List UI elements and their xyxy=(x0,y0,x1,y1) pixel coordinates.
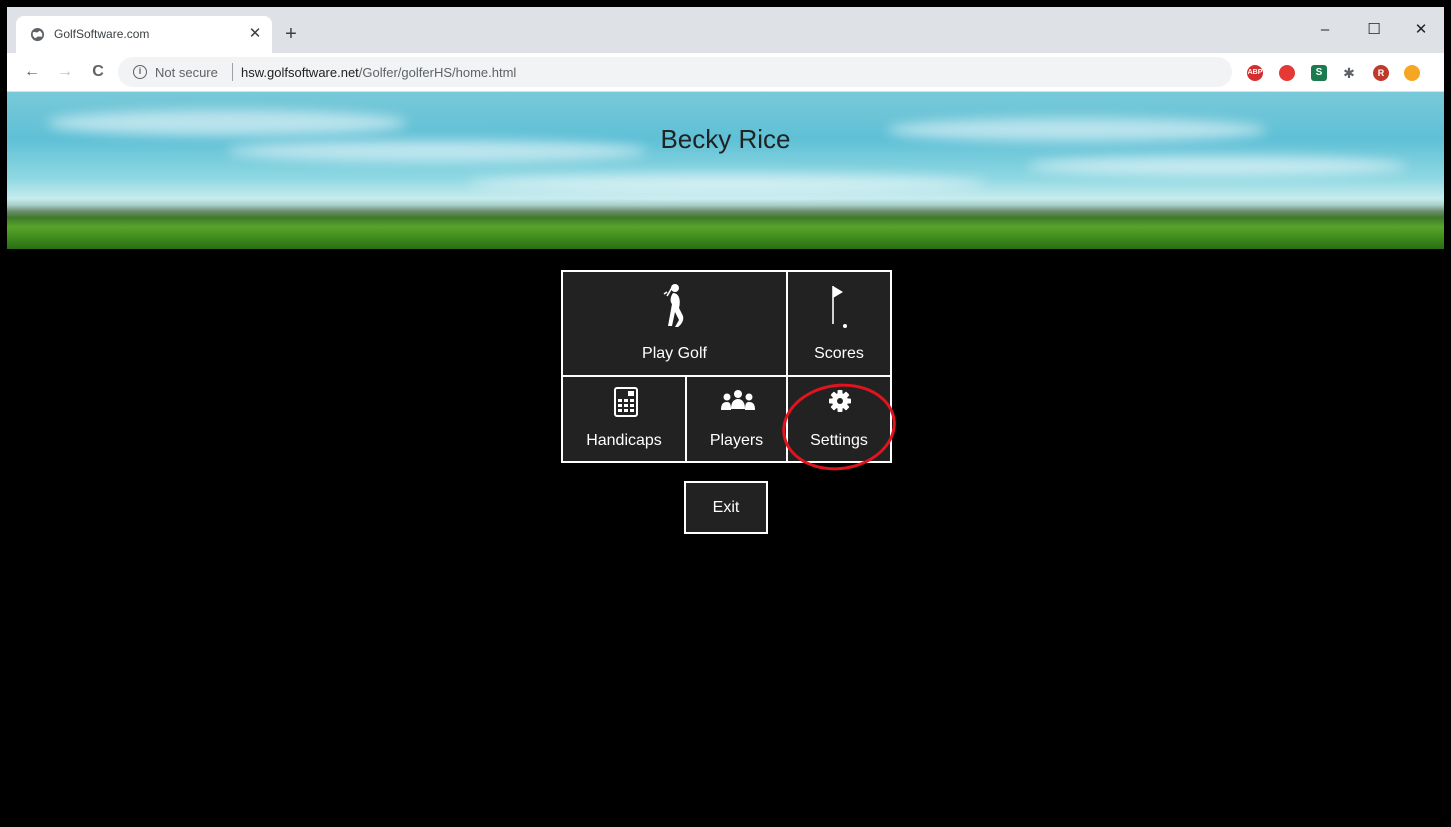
browser-tab[interactable]: GolfSoftware.com ✕ xyxy=(16,16,272,53)
back-button[interactable]: ← xyxy=(21,61,43,83)
security-label[interactable]: Not secure xyxy=(155,65,218,80)
handicaps-label: Handicaps xyxy=(586,432,662,449)
handicaps-button[interactable]: Handicaps xyxy=(561,375,687,463)
exit-label: Exit xyxy=(712,499,740,516)
pdf-extension-icon[interactable] xyxy=(1279,65,1295,81)
scores-button[interactable]: Scores xyxy=(786,270,892,377)
update-extension-icon[interactable] xyxy=(1404,65,1420,81)
play-golf-button[interactable]: Play Golf xyxy=(561,270,788,377)
adblock-plus-extension-icon[interactable]: ABP xyxy=(1247,65,1263,81)
tab-strip: GolfSoftware.com ✕ + – ☐ ✕ xyxy=(7,7,1444,53)
url-separator xyxy=(232,63,233,81)
exit-button[interactable]: Exit xyxy=(684,481,768,534)
forward-button[interactable]: → xyxy=(54,61,76,83)
maximize-button[interactable]: ☐ xyxy=(1351,15,1397,45)
browser-toolbar: ← → C i Not secure hsw.golfsoftware.net/… xyxy=(7,53,1444,92)
s-extension-icon[interactable]: S xyxy=(1311,65,1327,81)
profile-avatar[interactable]: R xyxy=(1373,65,1389,81)
tab-close-icon[interactable]: ✕ xyxy=(245,24,265,44)
calculator-icon xyxy=(614,387,638,417)
play-golf-label: Play Golf xyxy=(642,345,707,362)
browser-window: GolfSoftware.com ✕ + – ☐ ✕ ← → C i Not s… xyxy=(7,7,1444,827)
scores-label: Scores xyxy=(814,345,864,362)
info-icon[interactable]: i xyxy=(133,65,147,79)
url-text[interactable]: hsw.golfsoftware.net/Golfer/golferHS/hom… xyxy=(241,65,516,80)
golfer-name-title: Becky Rice xyxy=(660,124,791,154)
cloud-decoration xyxy=(467,174,987,192)
address-bar[interactable]: i Not secure hsw.golfsoftware.net/Golfer… xyxy=(118,57,1328,87)
reload-button[interactable]: C xyxy=(87,61,109,83)
players-button[interactable]: Players xyxy=(685,375,788,463)
url-path: /Golfer/golferHS/home.html xyxy=(358,65,517,80)
golfer-icon xyxy=(663,284,684,327)
puzzle-extensions-icon[interactable]: ✱ xyxy=(1341,65,1357,81)
tab-title: GolfSoftware.com xyxy=(54,27,150,41)
header-banner: Becky Rice xyxy=(7,92,1444,249)
flag-icon xyxy=(832,286,847,328)
players-label: Players xyxy=(709,432,764,449)
cloud-decoration xyxy=(1027,156,1407,176)
globe-icon xyxy=(30,27,45,42)
page-content: Becky Rice Play Golf Scores Handicaps Pl… xyxy=(7,92,1444,827)
minimize-button[interactable]: – xyxy=(1302,15,1348,45)
close-window-button[interactable]: ✕ xyxy=(1398,15,1444,45)
url-host: hsw.golfsoftware.net xyxy=(241,65,359,80)
group-icon xyxy=(721,390,755,410)
new-tab-button[interactable]: + xyxy=(279,23,303,47)
